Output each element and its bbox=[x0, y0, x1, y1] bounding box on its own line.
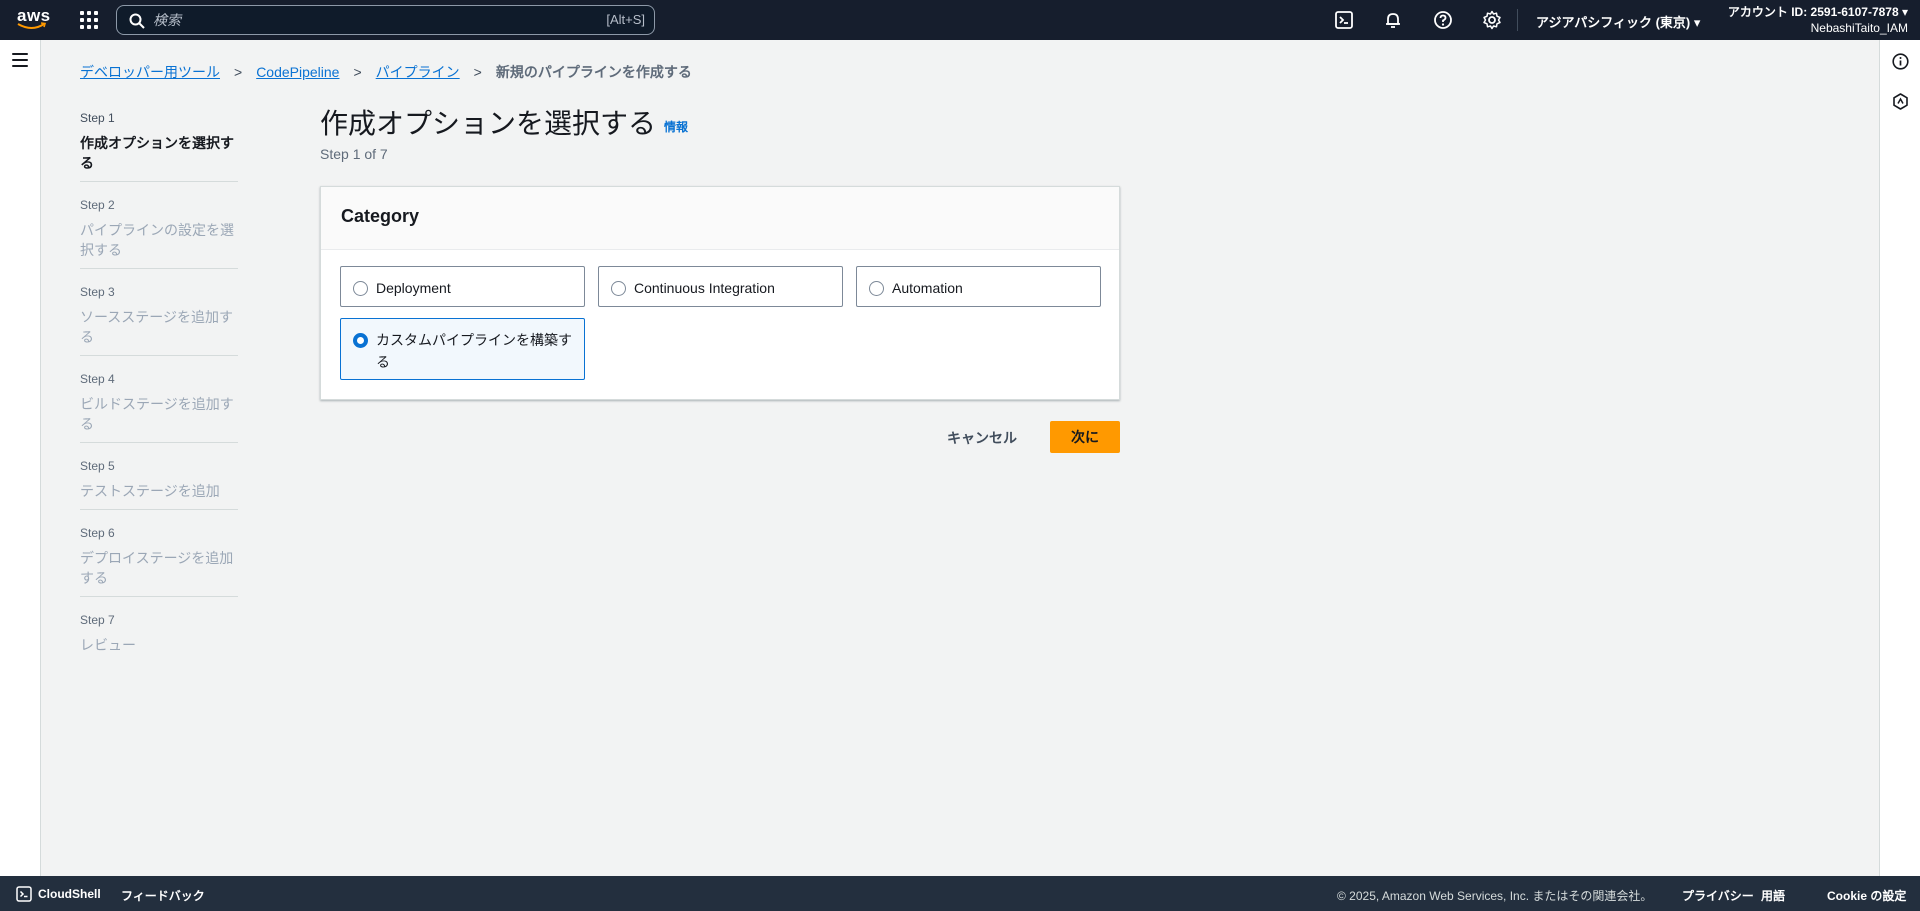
step-number: Step 7 bbox=[80, 613, 115, 627]
step-label: 作成オプションを選択する bbox=[80, 135, 234, 171]
settings-gear-icon[interactable] bbox=[1482, 10, 1502, 30]
step-label: パイプラインの設定を選択する bbox=[80, 222, 234, 258]
account-menu[interactable]: アカウント ID: 2591-6107-7878 ▾ NebashiTaito_… bbox=[1728, 4, 1908, 36]
step-number: Step 2 bbox=[80, 198, 115, 212]
wizard-step-6: Step 6 デプロイステージを追加する bbox=[80, 525, 238, 597]
step-number: Step 3 bbox=[80, 285, 115, 299]
chevron-right-icon: > bbox=[234, 64, 243, 80]
breadcrumb: デベロッパー用ツール > CodePipeline > パイプライン > 新規の… bbox=[80, 62, 692, 82]
region-selector[interactable]: アジアパシフィック (東京) ▾ bbox=[1536, 12, 1700, 31]
wizard-step-1: Step 1 作成オプションを選択する bbox=[80, 110, 238, 182]
privacy-link[interactable]: プライバシー bbox=[1682, 887, 1754, 904]
account-id: アカウント ID: 2591-6107-7878 ▾ bbox=[1727, 5, 1908, 19]
breadcrumb-codepipeline[interactable]: CodePipeline bbox=[256, 64, 339, 80]
breadcrumb-developer-tools[interactable]: デベロッパー用ツール bbox=[80, 62, 220, 82]
option-label: Continuous Integration bbox=[634, 280, 775, 296]
right-rail bbox=[1879, 40, 1920, 876]
step-count: Step 1 of 7 bbox=[320, 146, 388, 162]
next-button[interactable]: 次に bbox=[1050, 421, 1120, 453]
option-label: Automation bbox=[892, 280, 963, 296]
option-automation[interactable]: Automation bbox=[856, 266, 1101, 307]
cloudshell-button[interactable]: CloudShell bbox=[16, 886, 101, 902]
services-menu-icon[interactable] bbox=[80, 11, 98, 29]
radio-button[interactable] bbox=[869, 281, 884, 296]
breadcrumb-current: 新規のパイプラインを作成する bbox=[495, 64, 692, 80]
search-icon bbox=[129, 13, 145, 29]
step-number: Step 6 bbox=[80, 526, 115, 540]
account-user: NebashiTaito_IAM bbox=[1810, 21, 1908, 35]
wizard-step-7: Step 7 レビュー bbox=[80, 612, 238, 663]
wizard-step-4: Step 4 ビルドステージを追加する bbox=[80, 371, 238, 443]
left-rail bbox=[0, 40, 41, 876]
search-shortcut: [Alt+S] bbox=[606, 12, 645, 27]
assistant-hexagon-icon[interactable] bbox=[1892, 93, 1909, 110]
step-label: レビュー bbox=[80, 637, 136, 653]
panel-header: Category bbox=[321, 187, 1119, 250]
chevron-right-icon: > bbox=[473, 64, 482, 80]
panel-title: Category bbox=[341, 206, 420, 226]
radio-button-selected[interactable] bbox=[353, 333, 368, 348]
option-label: カスタムパイプラインを構築する bbox=[376, 332, 572, 370]
option-continuous-integration[interactable]: Continuous Integration bbox=[598, 266, 843, 307]
wizard-step-5: Step 5 テストステージを追加 bbox=[80, 458, 238, 510]
footer: CloudShell フィードバック © 2025, Amazon Web Se… bbox=[0, 876, 1920, 911]
notifications-bell-icon[interactable] bbox=[1383, 10, 1403, 30]
aws-logo[interactable]: aws bbox=[17, 7, 50, 33]
step-number: Step 1 bbox=[80, 111, 115, 125]
page-title: 作成オプションを選択する bbox=[320, 108, 657, 139]
nav-divider bbox=[1517, 9, 1518, 31]
step-label: ソースステージを追加する bbox=[80, 309, 234, 345]
step-label: ビルドステージを追加する bbox=[80, 396, 234, 432]
option-custom-pipeline[interactable]: カスタムパイプラインを構築する bbox=[340, 318, 585, 380]
terms-link[interactable]: 用語 bbox=[1761, 887, 1785, 904]
cloudshell-icon bbox=[16, 886, 32, 902]
info-link[interactable]: 情報 bbox=[664, 118, 688, 135]
help-icon[interactable] bbox=[1433, 10, 1453, 30]
cloudshell-label: CloudShell bbox=[38, 887, 101, 901]
radio-button[interactable] bbox=[353, 281, 368, 296]
breadcrumb-pipelines[interactable]: パイプライン bbox=[376, 62, 460, 82]
chevron-right-icon: > bbox=[353, 64, 362, 80]
cloudshell-icon[interactable] bbox=[1334, 10, 1354, 30]
wizard-steps: Step 1 作成オプションを選択する Step 2 パイプラインの設定を選択す… bbox=[80, 110, 238, 678]
cookie-settings-link[interactable]: Cookie の設定 bbox=[1827, 887, 1906, 904]
info-panel-icon[interactable] bbox=[1892, 53, 1909, 70]
wizard-step-3: Step 3 ソースステージを追加する bbox=[80, 284, 238, 356]
search-input[interactable] bbox=[153, 10, 553, 30]
top-navigation: aws [Alt+S] アジアパシフィック (東京) ▾ アカ bbox=[0, 0, 1920, 40]
option-label: Deployment bbox=[376, 280, 451, 296]
search-bar: [Alt+S] bbox=[116, 5, 655, 35]
step-number: Step 5 bbox=[80, 459, 115, 473]
wizard-step-2: Step 2 パイプラインの設定を選択する bbox=[80, 197, 238, 269]
menu-hamburger-icon[interactable] bbox=[12, 53, 28, 67]
radio-button[interactable] bbox=[611, 281, 626, 296]
feedback-link[interactable]: フィードバック bbox=[121, 887, 205, 904]
step-number: Step 4 bbox=[80, 372, 115, 386]
category-panel: Category Deployment Continuous Integrati… bbox=[320, 186, 1120, 400]
step-label: テストステージを追加 bbox=[80, 483, 220, 499]
step-label: デプロイステージを追加する bbox=[80, 550, 234, 586]
cancel-button[interactable]: キャンセル bbox=[934, 422, 1030, 454]
option-deployment[interactable]: Deployment bbox=[340, 266, 585, 307]
copyright: © 2025, Amazon Web Services, Inc. またはその関… bbox=[1337, 889, 1653, 903]
